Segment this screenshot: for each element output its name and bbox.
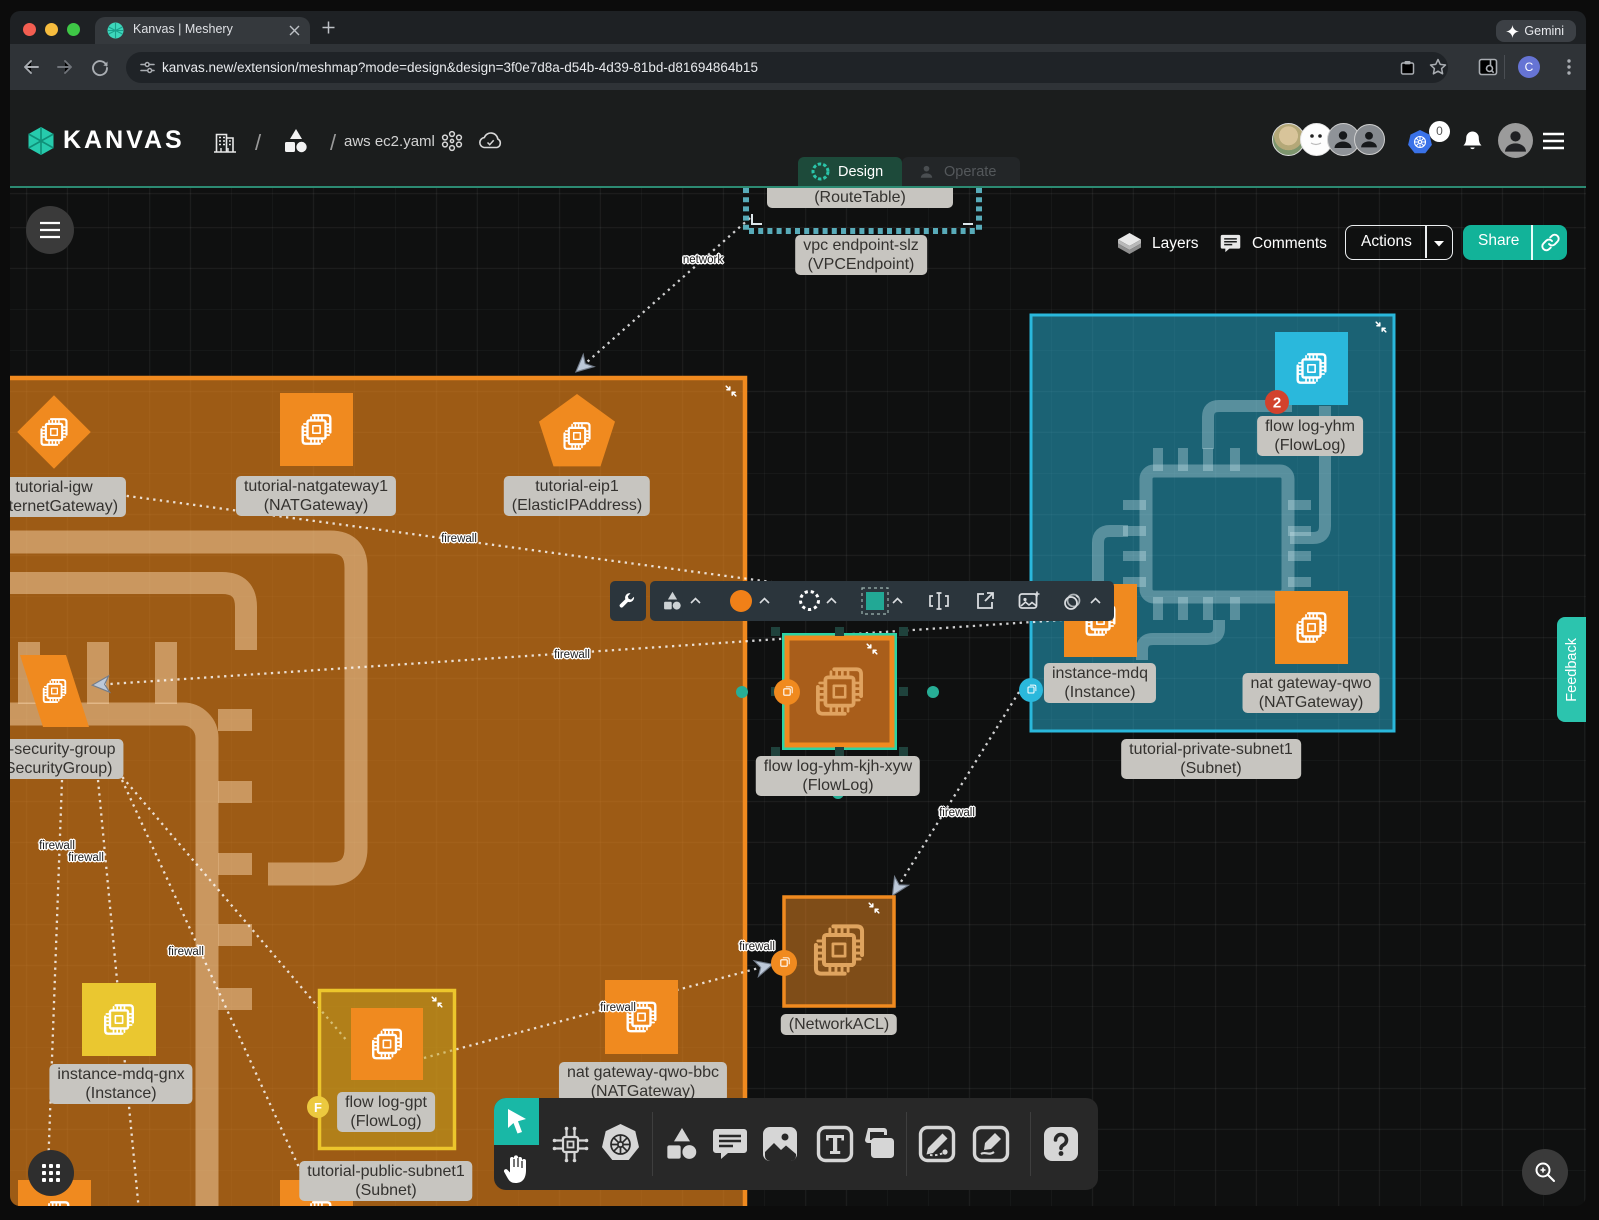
svg-text:2: 2: [1273, 395, 1281, 412]
svg-text:F: F: [314, 1100, 322, 1115]
